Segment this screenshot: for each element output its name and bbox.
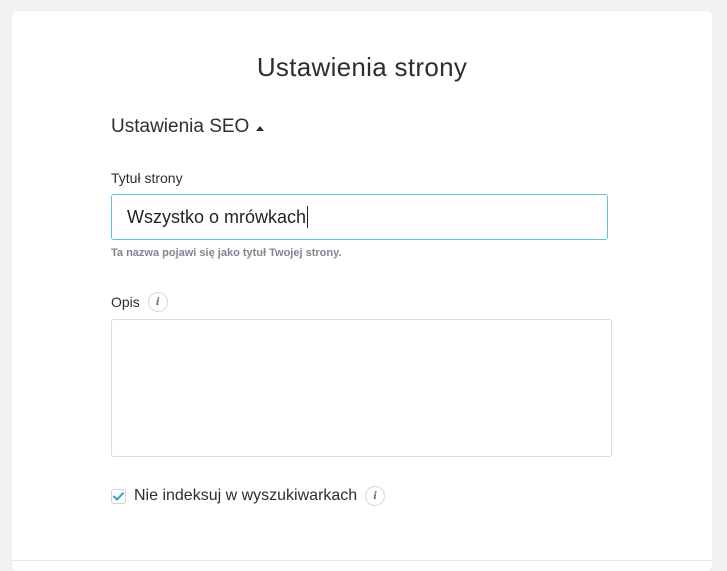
page-title-hint: Ta nazwa pojawi się jako tytuł Twojej st… (111, 247, 342, 259)
caret-up-icon (256, 125, 265, 131)
page-title-value: Wszystko o mrówkach (127, 206, 307, 227)
info-icon[interactable]: i (365, 486, 386, 506)
page-title-label: Tytuł strony (111, 170, 183, 186)
page-title: Ustawienia strony (256, 52, 468, 82)
description-label-row: Opis i (111, 292, 168, 312)
info-icon[interactable]: i (147, 292, 168, 312)
seo-settings-toggle[interactable]: Ustawienia SEO (111, 116, 265, 138)
checkmark-icon (113, 491, 124, 500)
noindex-row: Nie indeksuj w wyszukiwarkach i (111, 486, 386, 506)
noindex-checkbox[interactable] (111, 488, 126, 504)
description-label: Opis (111, 294, 140, 310)
text-cursor (307, 206, 309, 228)
page-title-input[interactable]: Wszystko o mrówkach (111, 194, 608, 240)
description-textarea[interactable] (111, 319, 612, 457)
seo-settings-label: Ustawienia SEO (111, 116, 250, 137)
noindex-label: Nie indeksuj w wyszukiwarkach (134, 487, 358, 504)
settings-card: Ustawienia strony Ustawienia SEO Tytuł s… (12, 11, 712, 571)
divider (12, 560, 712, 561)
